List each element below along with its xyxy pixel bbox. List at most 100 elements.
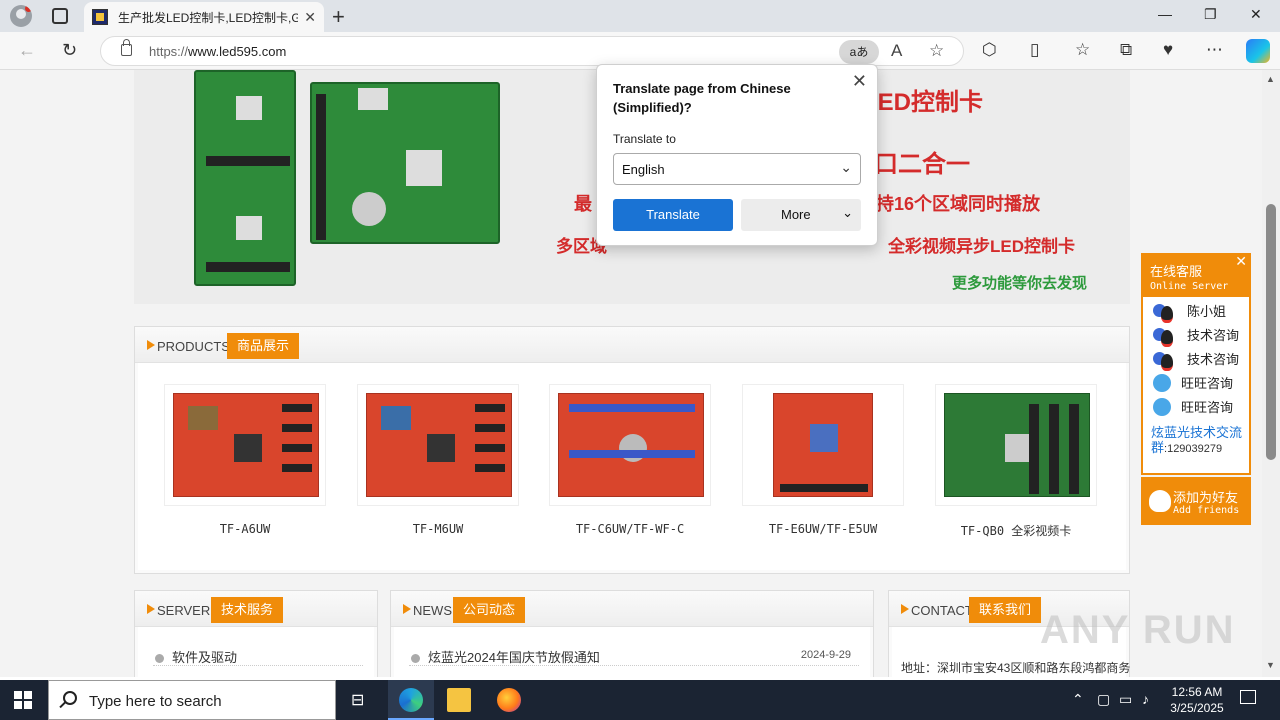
product-card[interactable]: TF-QB0 全彩视频卡 — [935, 384, 1097, 539]
edge-browser-icon[interactable] — [399, 688, 423, 712]
more-button[interactable]: More ⌄ — [741, 199, 861, 231]
arrow-icon — [147, 604, 155, 614]
section-header: SERVER 技术服务 — [135, 591, 377, 627]
service-list: 陈小姐 技术咨询 技术咨询 旺旺咨询 旺旺咨询 炫蓝光技术交流群:1290392… — [1141, 297, 1251, 475]
translate-button[interactable]: Translate — [613, 199, 733, 231]
product-name[interactable]: TF-E6UW/TF-E5UW — [742, 522, 904, 536]
lock-icon[interactable] — [121, 39, 132, 56]
product-card[interactable]: TF-E6UW/TF-E5UW — [742, 384, 904, 536]
back-arrow-icon[interactable]: ← — [18, 40, 36, 61]
section-title-en: NEWS — [413, 603, 452, 618]
volume-icon[interactable]: ♪ — [1142, 691, 1149, 707]
file-explorer-icon[interactable] — [447, 688, 471, 712]
banner-feature-text: 全彩视频异步LED控制卡 — [888, 237, 1075, 256]
collections-icon[interactable]: ⧉ — [1120, 40, 1132, 60]
watermark-logo: ANY RUN — [1040, 608, 1236, 652]
add-friend-button[interactable]: 添加为好友 Add friends — [1141, 477, 1251, 525]
extensions-icon[interactable]: ⬡ — [982, 40, 997, 60]
section-title-cn: 公司动态 — [453, 597, 526, 623]
news-date: 2024-9-29 — [800, 649, 851, 661]
favorites-icon[interactable]: ☆ — [1075, 40, 1090, 60]
copilot-icon[interactable] — [1246, 39, 1270, 63]
more-button-label[interactable]: More — [781, 207, 811, 222]
browser-titlebar: 生产批发LED控制卡,LED控制卡,G ✕ + — ❐ ✕ — [0, 0, 1280, 32]
add-friend-sublabel[interactable]: Add friends — [1173, 505, 1239, 516]
browser-tab-active[interactable]: 生产批发LED控制卡,LED控制卡,G ✕ — [84, 2, 324, 32]
task-view-icon[interactable]: ⊟ — [351, 690, 364, 710]
tray-device-icon[interactable]: ▢ — [1097, 691, 1110, 708]
product-image[interactable] — [742, 384, 904, 506]
server-link[interactable]: 软件及驱动 — [155, 647, 237, 666]
taskbar-search[interactable]: Type here to search — [48, 680, 336, 720]
product-name[interactable]: TF-QB0 全彩视频卡 — [935, 522, 1097, 539]
controller-board-image — [310, 82, 500, 244]
banner-more-link[interactable]: 更多功能等你去发现 — [952, 272, 1087, 293]
clock-date: 3/25/2025 — [1170, 701, 1224, 715]
banner-feature-text: 持16个区域同时播放 — [876, 194, 1041, 214]
settings-more-icon[interactable]: ⋯ — [1206, 40, 1223, 60]
tab-actions-icon[interactable] — [52, 8, 68, 24]
product-image[interactable] — [549, 384, 711, 506]
product-image[interactable] — [935, 384, 1097, 506]
product-name[interactable]: TF-C6UW/TF-WF-C — [549, 522, 711, 536]
performance-icon[interactable]: ♥ — [1163, 40, 1173, 60]
add-friend-label[interactable]: 添加为好友 — [1173, 487, 1238, 506]
service-wangwang-item[interactable]: 旺旺咨询 — [1153, 373, 1233, 392]
product-card[interactable]: TF-C6UW/TF-WF-C — [549, 384, 711, 536]
news-link[interactable]: 炫蓝光2024年国庆节放假通知 — [411, 647, 600, 666]
scroll-down-icon[interactable]: ▼ — [1266, 660, 1275, 670]
notifications-icon[interactable] — [1240, 690, 1256, 704]
favorite-star-icon[interactable]: ☆ — [929, 41, 944, 61]
product-image[interactable] — [357, 384, 519, 506]
system-clock[interactable]: 12:56 AM 3/25/2025 — [1162, 684, 1232, 716]
chevron-down-icon[interactable]: ⌄ — [840, 159, 852, 176]
profile-avatar-icon[interactable] — [10, 5, 32, 27]
service-qq-item[interactable]: 陈小姐 — [1153, 301, 1226, 323]
popup-title: Translate page from Chinese (Simplified)… — [613, 81, 791, 115]
section-header: PRODUCTS 商品展示 — [135, 327, 1129, 363]
news-section: NEWS 公司动态 炫蓝光2024年国庆节放假通知 2024-9-29 — [390, 590, 874, 677]
service-close-button[interactable]: ✕ — [1235, 253, 1247, 270]
translate-page-button[interactable]: aあ — [839, 40, 879, 64]
page-scrollbar[interactable]: ▲ ▼ — [1262, 70, 1280, 677]
scroll-up-icon[interactable]: ▲ — [1266, 74, 1275, 84]
address-bar[interactable]: https://www.led595.com aあ A ☆ — [100, 36, 964, 66]
products-section: PRODUCTS 商品展示 TF-A6UW TF-M6UW TF-C6UW/TF… — [134, 326, 1130, 574]
product-card[interactable]: TF-A6UW — [164, 384, 326, 536]
service-qq-item[interactable]: 技术咨询 — [1153, 325, 1239, 347]
section-title-en: SERVER — [157, 603, 211, 618]
product-image[interactable] — [164, 384, 326, 506]
windows-start-icon[interactable] — [14, 691, 32, 709]
popup-close-button[interactable]: ✕ — [852, 71, 867, 92]
online-service-widget: 在线客服 Online Server ✕ 陈小姐 技术咨询 技术咨询 旺旺咨询 … — [1141, 253, 1251, 525]
chevron-down-icon[interactable]: ⌄ — [842, 205, 853, 221]
read-aloud-icon[interactable]: A — [891, 41, 902, 61]
new-tab-button[interactable]: + — [332, 4, 345, 30]
product-name[interactable]: TF-M6UW — [357, 522, 519, 536]
clock-time: 12:56 AM — [1171, 685, 1223, 699]
tech-group-link[interactable]: 炫蓝光技术交流群:129039279 — [1151, 425, 1247, 457]
scroll-thumb[interactable] — [1266, 204, 1276, 460]
refresh-icon[interactable]: ↻ — [62, 40, 77, 61]
network-icon[interactable]: ▭ — [1119, 691, 1132, 708]
arrow-icon — [147, 340, 155, 350]
minimize-button[interactable]: — — [1158, 6, 1172, 22]
taskbar: Type here to search ⊟ ⌃ ▢ ▭ ♪ 12:56 AM 3… — [0, 680, 1280, 720]
service-qq-item[interactable]: 技术咨询 — [1153, 349, 1239, 371]
search-icon — [63, 691, 77, 705]
qq-icon — [1153, 350, 1175, 371]
search-placeholder[interactable]: Type here to search — [89, 693, 222, 710]
firefox-icon[interactable] — [497, 688, 521, 712]
split-screen-icon[interactable]: ▯ — [1030, 40, 1039, 60]
tab-close-button[interactable]: ✕ — [304, 9, 316, 26]
window-close-button[interactable]: ✕ — [1250, 6, 1262, 23]
product-card[interactable]: TF-M6UW — [357, 384, 519, 536]
language-select[interactable]: English ⌄ — [613, 153, 861, 185]
language-select-value[interactable]: English — [622, 162, 665, 177]
tray-chevron-up-icon[interactable]: ⌃ — [1072, 691, 1084, 708]
url-text[interactable]: https://www.led595.com — [149, 44, 286, 59]
maximize-button[interactable]: ❐ — [1204, 6, 1217, 23]
tab-title: 生产批发LED控制卡,LED控制卡,G — [118, 10, 299, 25]
service-wangwang-item[interactable]: 旺旺咨询 — [1153, 397, 1233, 416]
product-name[interactable]: TF-A6UW — [164, 522, 326, 536]
